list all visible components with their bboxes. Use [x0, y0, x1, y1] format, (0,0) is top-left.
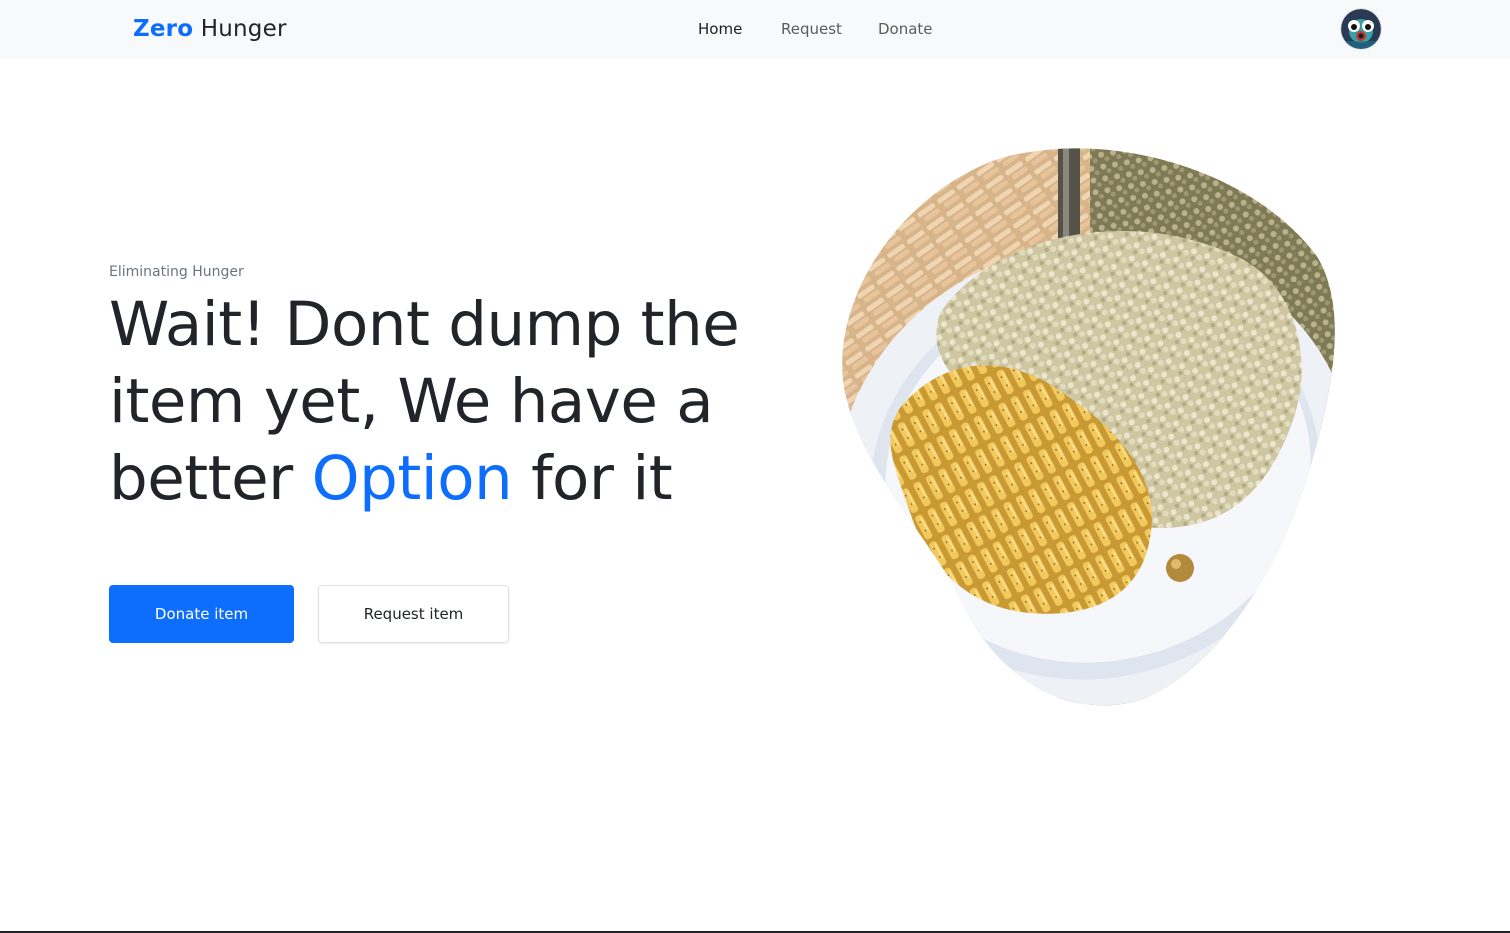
nav-donate-link[interactable]: Donate — [878, 18, 933, 40]
hero-headline: Wait! Dont dump the item yet, We have a … — [109, 286, 789, 517]
headline-highlight: Option — [311, 443, 513, 514]
request-item-button[interactable]: Request item — [318, 585, 509, 643]
main-nav: Home Request Donate — [0, 18, 1510, 40]
avatar-icon — [1341, 9, 1381, 49]
headline-text-end: for it — [531, 443, 673, 514]
pasta-plate-image — [842, 148, 1335, 706]
donate-item-button[interactable]: Donate item — [109, 585, 294, 643]
hero-eyebrow: Eliminating Hunger — [109, 264, 244, 280]
nav-home-link[interactable]: Home — [698, 18, 742, 40]
user-avatar[interactable] — [1341, 9, 1381, 49]
navbar: Zero Hunger Home Request Donate — [0, 0, 1510, 58]
nav-request-link[interactable]: Request — [781, 18, 842, 40]
